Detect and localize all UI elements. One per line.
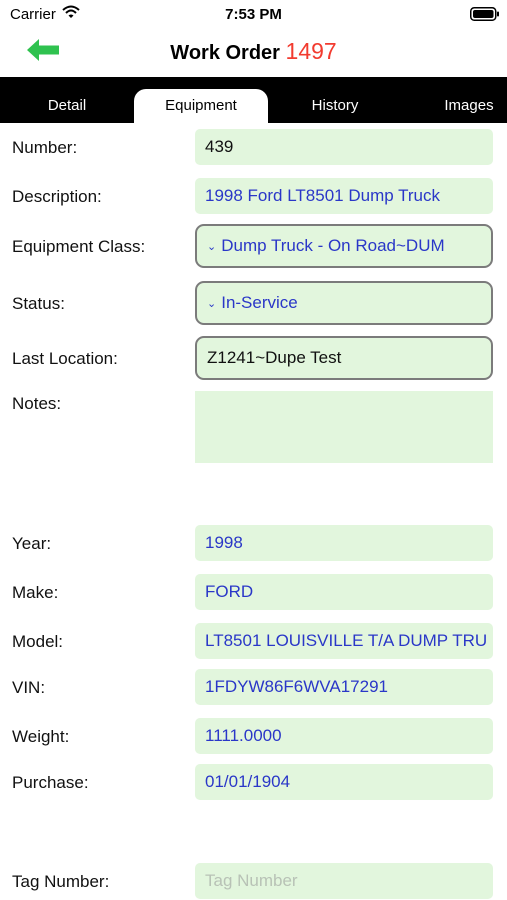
vin-label: VIN: bbox=[12, 678, 46, 697]
battery-icon bbox=[470, 7, 499, 21]
equipment-class-label: Equipment Class: bbox=[12, 237, 146, 256]
tab-images[interactable]: Images bbox=[430, 89, 507, 123]
description-label: Description: bbox=[12, 187, 102, 206]
number-field[interactable]: 439 bbox=[195, 129, 493, 165]
tag-number-label: Tag Number: bbox=[12, 872, 110, 891]
tab-detail[interactable]: Detail bbox=[18, 89, 116, 123]
tag-number-field[interactable]: Tag Number bbox=[195, 863, 493, 899]
last-location-label: Last Location: bbox=[12, 349, 118, 368]
purchase-label: Purchase: bbox=[12, 773, 89, 792]
tab-equipment[interactable]: Equipment bbox=[134, 89, 268, 123]
notes-label: Notes: bbox=[12, 394, 62, 413]
weight-field[interactable]: 1111.0000 bbox=[195, 718, 493, 754]
status-bar: Carrier 7:53 PM bbox=[0, 0, 507, 28]
model-label: Model: bbox=[12, 632, 64, 651]
vin-field[interactable]: 1FDYW86F6WVA17291 bbox=[195, 669, 493, 705]
description-field[interactable]: 1998 Ford LT8501 Dump Truck bbox=[195, 178, 493, 214]
weight-label: Weight: bbox=[12, 727, 70, 746]
page-title-prefix: Work Order bbox=[170, 42, 280, 64]
make-label: Make: bbox=[12, 583, 59, 602]
work-order-number: 1497 bbox=[285, 38, 337, 64]
number-label: Number: bbox=[12, 138, 78, 157]
chevron-down-icon: ⌄ bbox=[207, 297, 217, 310]
tab-history[interactable]: History bbox=[286, 89, 384, 123]
tab-bar: Detail Equipment History Images bbox=[0, 77, 507, 123]
clock: 7:53 PM bbox=[225, 6, 282, 23]
last-location-field[interactable]: Z1241~Dupe Test bbox=[195, 336, 493, 380]
notes-textarea[interactable] bbox=[195, 391, 493, 463]
chevron-down-icon: ⌄ bbox=[207, 240, 217, 253]
page-title: Work Order 1497 bbox=[0, 38, 507, 65]
status-label: Status: bbox=[12, 294, 65, 313]
status-select[interactable]: ⌄ In-Service bbox=[195, 281, 493, 325]
navigation-bar: Work Order 1497 bbox=[0, 28, 507, 76]
year-field[interactable]: 1998 bbox=[195, 525, 493, 561]
status-value: In-Service bbox=[221, 293, 298, 312]
year-label: Year: bbox=[12, 534, 52, 553]
equipment-class-select[interactable]: ⌄ Dump Truck - On Road~DUM bbox=[195, 224, 493, 268]
model-field[interactable]: LT8501 LOUISVILLE T/A DUMP TRU bbox=[195, 623, 493, 659]
equipment-class-value: Dump Truck - On Road~DUM bbox=[221, 236, 445, 255]
make-field[interactable]: FORD bbox=[195, 574, 493, 610]
purchase-field[interactable]: 01/01/1904 bbox=[195, 764, 493, 800]
